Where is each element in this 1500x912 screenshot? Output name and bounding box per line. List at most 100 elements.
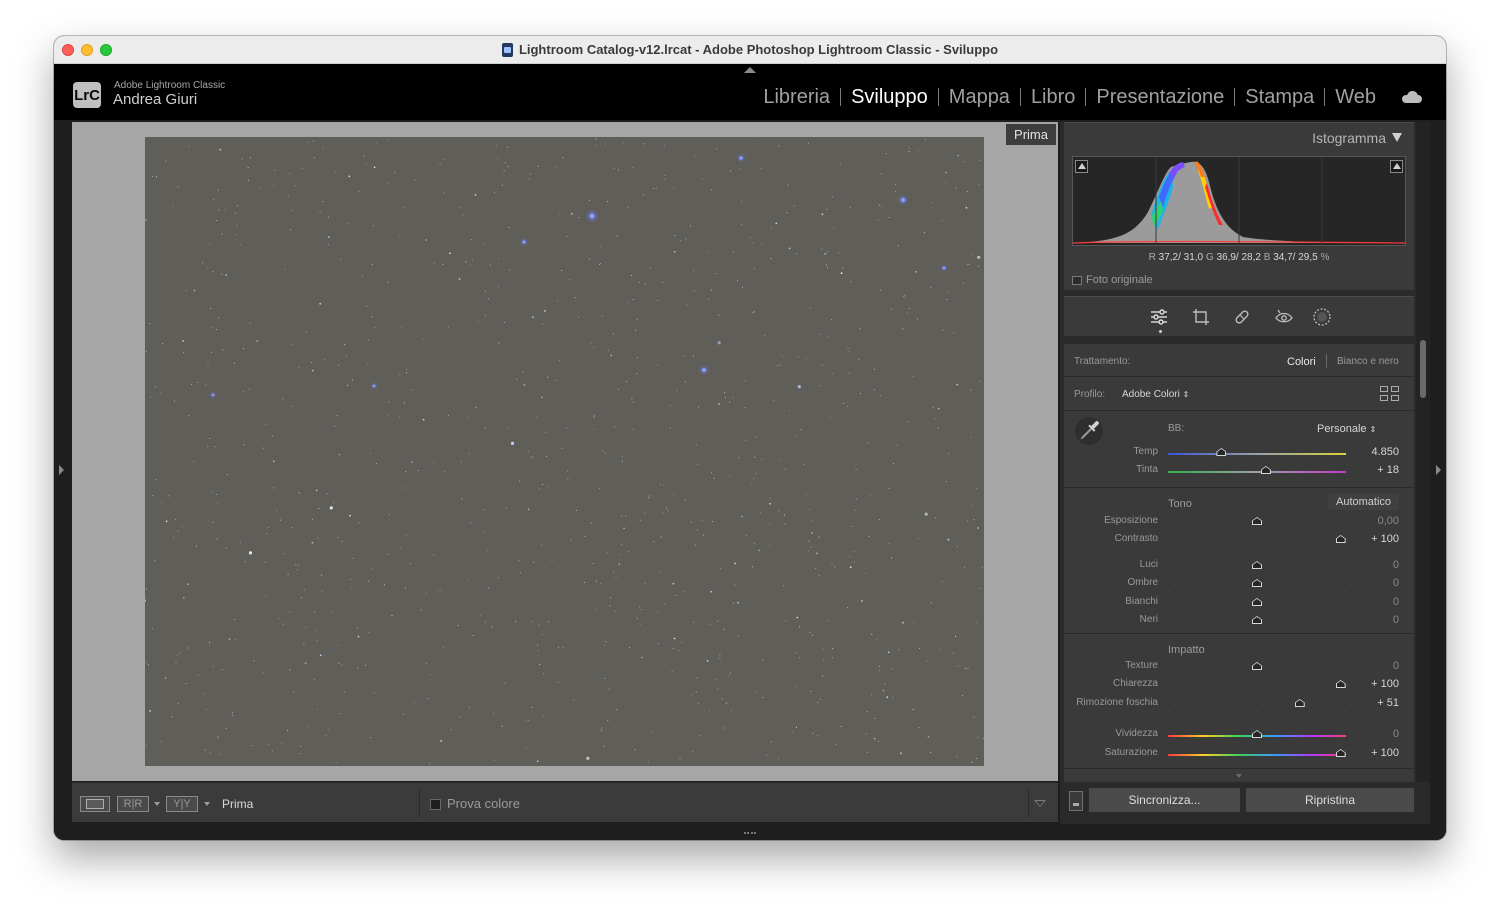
separator [1064,487,1414,488]
view-mode-label: Prima [222,797,254,811]
sliders-icon[interactable] [1149,307,1169,327]
temp-label: Temp [1133,446,1158,457]
temp-track[interactable] [1168,453,1346,455]
viewer-toolbar: R|R Y|Y Prima Prova colore [72,782,1058,822]
contrast-value[interactable]: + 100 [1349,533,1399,545]
before-after-lr-menu-icon[interactable] [154,802,160,806]
histogram-header[interactable]: Istogramma [1064,122,1414,150]
cloud-icon[interactable] [1400,91,1424,103]
scrollbar-thumb[interactable] [1420,340,1426,398]
original-photo-checkbox[interactable] [1072,275,1082,285]
expand-left-panel-icon[interactable] [59,465,64,475]
saturation-value[interactable]: + 100 [1349,747,1399,759]
healing-icon[interactable] [1232,307,1252,327]
collapse-right-panel-icon[interactable] [1436,465,1441,475]
module-web[interactable]: Web [1325,87,1386,107]
clarity-slider[interactable]: Chiarezza + 100 [1064,676,1414,694]
profile-select[interactable]: Adobe Colori ⇕ [1122,389,1189,400]
texture-slider[interactable]: Texture 0 [1064,658,1414,676]
treatment-color-option[interactable]: Colori [1287,356,1316,368]
profile-browser-grid-icon[interactable] [1380,386,1400,402]
blacks-slider[interactable]: Neri 0 [1064,612,1414,630]
contrast-track[interactable] [1168,540,1346,541]
dehaze-slider[interactable]: Rimozione foschia + 51 [1064,695,1414,713]
histogram-readout: R 37,2/ 31,0 G 36,9/ 28,2 B 34,7/ 29,5 % [1064,252,1414,263]
soft-proof-label[interactable]: Prova colore [447,796,520,811]
white-balance-eyedropper-icon[interactable] [1074,416,1104,446]
red-eye-icon[interactable] [1274,307,1294,327]
histogram-graph[interactable] [1072,156,1406,246]
before-after-tb-menu-icon[interactable] [204,802,210,806]
left-panel-collapsed [54,120,70,826]
dehaze-value[interactable]: + 51 [1349,697,1399,709]
separator [1064,376,1414,377]
clarity-value[interactable]: + 100 [1349,678,1399,690]
original-photo-toggle[interactable]: Foto originale [1072,274,1153,286]
right-panel-scrollbar[interactable] [1416,122,1430,782]
contrast-slider[interactable]: Contrasto + 100 [1064,531,1414,549]
texture-value[interactable]: 0 [1349,660,1399,672]
collapse-top-panel-icon[interactable] [744,67,756,73]
treatment-bw-option[interactable]: Bianco e nero [1337,356,1399,367]
before-after-tb-button[interactable]: Y|Y [166,796,198,812]
histogram-title[interactable]: Istogramma [1312,130,1402,146]
whites-value[interactable]: 0 [1349,596,1399,608]
texture-label: Texture [1125,660,1158,671]
before-after-lr-button[interactable]: R|R [117,796,149,812]
sync-toggle-switch[interactable] [1069,791,1083,811]
blue-label: B [1263,252,1271,263]
shadows-slider[interactable]: Ombre 0 [1064,575,1414,593]
shadow-clipping-button[interactable] [1075,160,1088,173]
highlights-value[interactable]: 0 [1349,559,1399,571]
clarity-track[interactable] [1168,685,1346,686]
module-stampa[interactable]: Stampa [1235,87,1326,107]
module-sviluppo[interactable]: Sviluppo [841,87,939,107]
exposure-slider[interactable]: Esposizione 0,00 [1064,513,1414,531]
toolbar-content-menu-icon[interactable] [1034,800,1046,807]
vibrance-value[interactable]: 0 [1349,728,1399,740]
soft-proof-checkbox[interactable] [430,799,441,810]
saturation-track[interactable] [1168,754,1346,756]
user-name: Andrea Giuri [113,91,198,108]
minimize-window-button[interactable] [81,44,93,56]
tint-slider[interactable]: Tinta + 18 [1064,462,1414,480]
reset-button[interactable]: Ripristina [1245,787,1415,813]
highlights-slider[interactable]: Luci 0 [1064,557,1414,575]
auto-tone-button[interactable]: Automatico [1328,494,1400,510]
module-libro[interactable]: Libro [1021,87,1087,107]
module-libreria[interactable]: Libreria [753,87,842,107]
close-window-button[interactable] [62,44,74,56]
tone-section-title: Tono [1168,498,1192,510]
temp-value[interactable]: 4.850 [1349,446,1399,458]
photo-image [145,137,984,765]
loupe-view-button[interactable] [80,796,110,812]
tint-track[interactable] [1168,471,1346,473]
presence-section-title: Impatto [1168,644,1205,656]
title-bar: Lightroom Catalog-v12.lrcat - Adobe Phot… [54,36,1446,64]
white-balance-select[interactable]: Personale ⇕ [1317,423,1376,435]
vibrance-slider[interactable]: Vividezza 0 [1064,726,1414,744]
crop-icon[interactable] [1191,307,1211,327]
saturation-slider[interactable]: Saturazione + 100 [1064,745,1414,763]
blacks-value[interactable]: 0 [1349,614,1399,626]
temp-slider[interactable]: Temp 4.850 [1064,444,1414,462]
mask-icon[interactable] [1312,307,1332,327]
module-mappa[interactable]: Mappa [939,87,1021,107]
whites-label: Bianchi [1125,596,1158,607]
histogram-curves [1072,157,1406,245]
lrc-logo: LrC [73,82,101,108]
star-field-photo[interactable] [145,137,984,766]
expand-filmstrip-grip-icon[interactable] [744,828,756,834]
photo-viewer[interactable]: Prima [72,122,1058,781]
module-presentazione[interactable]: Presentazione [1086,87,1236,107]
shadows-value[interactable]: 0 [1349,577,1399,589]
histogram-title-text: Istogramma [1312,130,1386,146]
dehaze-track[interactable] [1168,704,1346,705]
highlight-clipping-button[interactable] [1390,160,1403,173]
whites-slider[interactable]: Bianchi 0 [1064,594,1414,612]
tint-value[interactable]: + 18 [1349,464,1399,476]
zoom-window-button[interactable] [100,44,112,56]
exposure-value[interactable]: 0,00 [1349,515,1399,527]
collapse-histogram-icon[interactable] [1392,133,1402,142]
sync-button[interactable]: Sincronizza... [1088,787,1241,813]
